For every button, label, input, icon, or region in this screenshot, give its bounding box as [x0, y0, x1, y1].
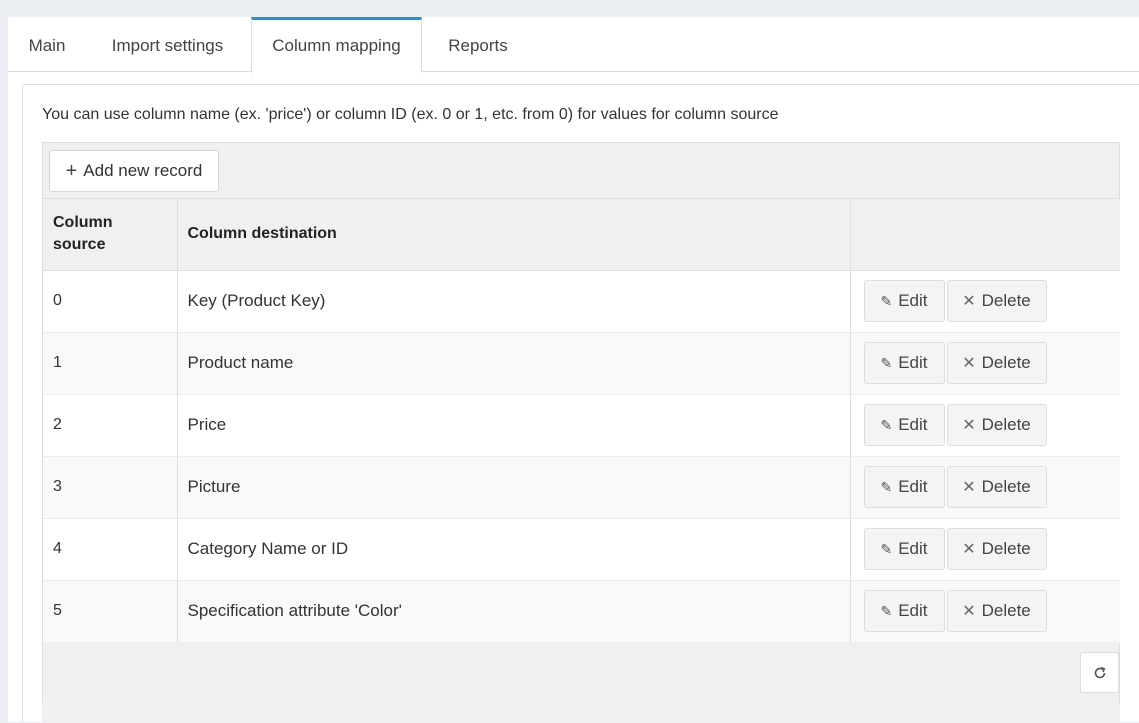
edit-label: Edit: [898, 539, 928, 558]
x-icon: ✕: [962, 417, 976, 434]
x-icon: ✕: [962, 603, 976, 620]
pencil-icon: ✎: [880, 354, 893, 371]
delete-button[interactable]: ✕ Delete: [946, 590, 1047, 632]
add-new-record-button[interactable]: + Add new record: [49, 150, 219, 192]
pencil-icon: ✎: [880, 292, 893, 309]
edit-label: Edit: [898, 353, 928, 372]
edit-button[interactable]: ✎ Edit: [863, 528, 945, 570]
column-destination-header[interactable]: Column destination: [177, 199, 851, 271]
row-actions: ✎ Edit ✕ Delete: [850, 456, 1120, 519]
column-destination-cell: Price: [177, 394, 851, 457]
pencil-icon: ✎: [880, 478, 893, 495]
table-row: 3 Picture ✎ Edit ✕ Delete: [43, 456, 1120, 519]
delete-label: Delete: [981, 353, 1031, 372]
plus-icon: +: [65, 160, 78, 182]
edit-label: Edit: [898, 291, 928, 310]
row-actions: ✎ Edit ✕ Delete: [850, 580, 1120, 643]
refresh-button[interactable]: [1080, 652, 1119, 693]
x-icon: ✕: [962, 355, 976, 372]
column-destination-cell: Key (Product Key): [177, 270, 851, 333]
row-actions: ✎ Edit ✕ Delete: [850, 518, 1120, 581]
column-source-cell: 1: [43, 332, 178, 395]
page-container: Main Import settings Column mapping Repo…: [8, 17, 1139, 723]
tab-bar: Main Import settings Column mapping Repo…: [8, 17, 1139, 73]
row-actions: ✎ Edit ✕ Delete: [850, 394, 1120, 457]
column-mapping-panel: You can use column name (ex. 'price') or…: [22, 84, 1139, 723]
edit-button[interactable]: ✎ Edit: [863, 280, 945, 322]
actions-header: [850, 199, 1120, 271]
delete-button[interactable]: ✕ Delete: [946, 280, 1047, 322]
delete-button[interactable]: ✕ Delete: [946, 342, 1047, 384]
row-actions: ✎ Edit ✕ Delete: [850, 332, 1120, 395]
column-source-cell: 4: [43, 518, 178, 581]
table-row: 5 Specification attribute 'Color' ✎ Edit ✕ De…: [43, 580, 1120, 643]
column-source-cell: 2: [43, 394, 178, 457]
table-header-row: Column source Column destination: [43, 199, 1120, 271]
delete-label: Delete: [981, 415, 1031, 434]
column-destination-cell: Product name: [177, 332, 851, 395]
x-icon: ✕: [962, 541, 976, 558]
mapping-table: Column source Column destination 0 Key (P…: [43, 199, 1120, 643]
column-source-header[interactable]: Column source: [43, 199, 178, 271]
edit-button[interactable]: ✎ Edit: [863, 466, 945, 508]
add-new-record-label: Add new record: [83, 161, 203, 180]
edit-button[interactable]: ✎ Edit: [863, 590, 945, 632]
pencil-icon: ✎: [880, 540, 893, 557]
table-row: 2 Price ✎ Edit ✕ Delete: [43, 394, 1120, 457]
delete-label: Delete: [981, 291, 1031, 310]
column-source-cell: 0: [43, 270, 178, 333]
column-source-cell: 3: [43, 456, 178, 519]
pencil-icon: ✎: [880, 416, 893, 433]
tab-main[interactable]: Main: [8, 17, 86, 72]
refresh-icon: [1094, 666, 1105, 678]
table-row: 0 Key (Product Key) ✎ Edit ✕ Delete: [43, 270, 1120, 333]
column-destination-cell: Picture: [177, 456, 851, 519]
column-destination-cell: Specification attribute 'Color': [177, 580, 851, 643]
delete-label: Delete: [981, 601, 1031, 620]
x-icon: ✕: [962, 293, 976, 310]
edit-label: Edit: [898, 601, 928, 620]
bottom-strip: [42, 703, 1120, 723]
tab-reports[interactable]: Reports: [428, 17, 528, 72]
grid-footer: [43, 642, 1119, 703]
pencil-icon: ✎: [880, 602, 893, 619]
delete-button[interactable]: ✕ Delete: [946, 404, 1047, 446]
edit-label: Edit: [898, 415, 928, 434]
edit-button[interactable]: ✎ Edit: [863, 404, 945, 446]
delete-button[interactable]: ✕ Delete: [946, 528, 1047, 570]
edit-label: Edit: [898, 477, 928, 496]
mapping-grid: + Add new record Column source Column de…: [42, 142, 1120, 703]
hint-text: You can use column name (ex. 'price') or…: [42, 106, 779, 123]
x-icon: ✕: [962, 479, 976, 496]
delete-label: Delete: [981, 477, 1031, 496]
tab-column-mapping[interactable]: Column mapping: [251, 17, 422, 73]
edit-button[interactable]: ✎ Edit: [863, 342, 945, 384]
column-destination-cell: Category Name or ID: [177, 518, 851, 581]
column-source-cell: 5: [43, 580, 178, 643]
row-actions: ✎ Edit ✕ Delete: [850, 270, 1120, 333]
table-row: 4 Category Name or ID ✎ Edit ✕ Delete: [43, 518, 1120, 581]
tab-import-settings[interactable]: Import settings: [87, 17, 248, 72]
delete-button[interactable]: ✕ Delete: [946, 466, 1047, 508]
table-row: 1 Product name ✎ Edit ✕ Delete: [43, 332, 1120, 395]
grid-toolbar: + Add new record: [43, 143, 1119, 199]
delete-label: Delete: [981, 539, 1031, 558]
